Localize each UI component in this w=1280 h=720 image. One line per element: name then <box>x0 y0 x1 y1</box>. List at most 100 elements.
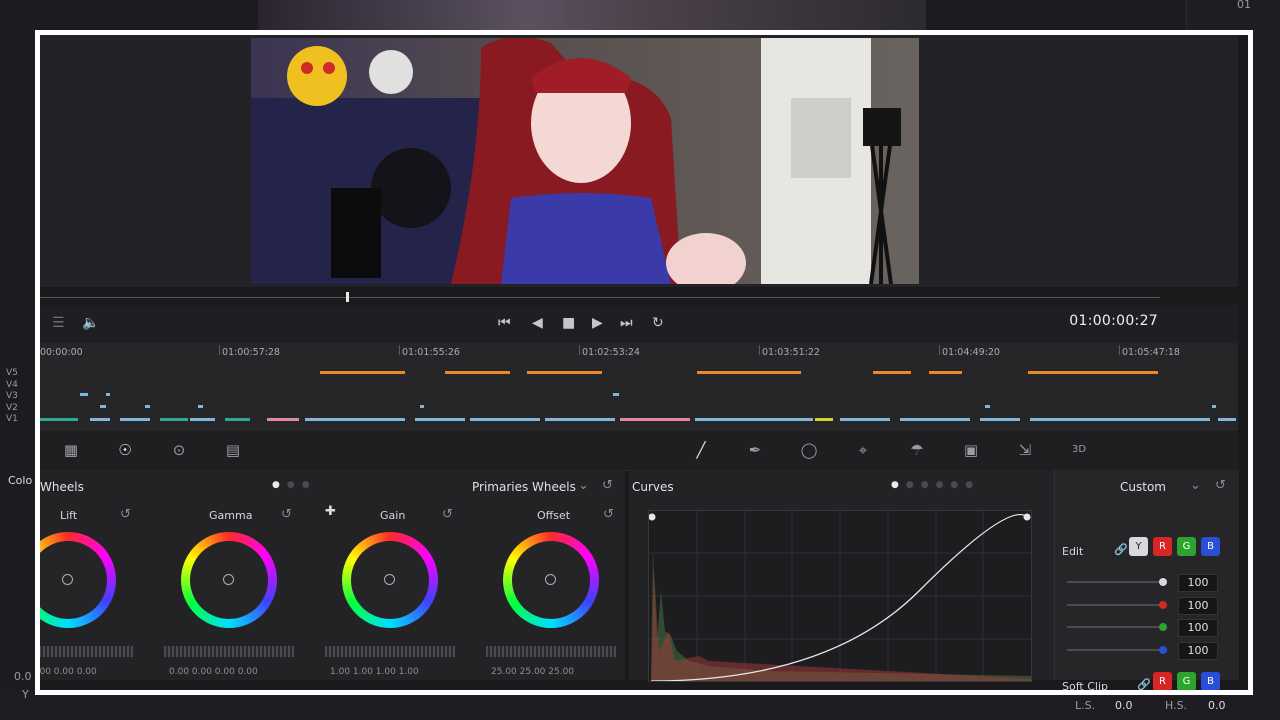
timeline-clip[interactable] <box>1218 418 1236 421</box>
speaker-icon[interactable]: 🔈 <box>82 315 99 331</box>
channel-slider[interactable] <box>1067 648 1167 651</box>
timeline-clip[interactable] <box>40 418 78 421</box>
chevron-down-icon[interactable]: ⌄ <box>578 478 589 493</box>
channel-button-r[interactable]: R <box>1153 537 1172 556</box>
timeline-clip[interactable] <box>470 418 540 421</box>
channel-value-field[interactable]: 100 <box>1178 619 1218 637</box>
custom-dropdown[interactable]: Custom <box>1120 480 1166 494</box>
timeline-clip[interactable] <box>320 371 405 374</box>
tracker-icon[interactable]: ⌖ <box>852 439 874 461</box>
timeline-clip[interactable] <box>873 371 911 374</box>
timeline-clip[interactable] <box>80 393 88 396</box>
timeline-clip[interactable] <box>190 418 215 421</box>
timeline-clip[interactable] <box>90 418 110 421</box>
timeline-clip[interactable] <box>420 405 424 408</box>
qualifier-icon[interactable]: ✒ <box>744 439 766 461</box>
playhead[interactable] <box>346 292 349 302</box>
channel-value-field[interactable]: 100 <box>1178 574 1218 592</box>
wheel-values[interactable]: 0.00 0.00 0.00 0.00 <box>169 667 258 677</box>
play-icon[interactable]: ▶ <box>592 315 603 331</box>
channel-slider[interactable] <box>1067 603 1167 606</box>
wheel-values[interactable]: 25.00 25.00 25.00 <box>491 667 574 677</box>
channel-slider-handle[interactable] <box>1159 600 1167 609</box>
sizing-icon[interactable]: ⇲ <box>1014 439 1036 461</box>
timeline-clip[interactable] <box>697 371 801 374</box>
timeline-clip[interactable] <box>1028 371 1158 374</box>
channel-slider-handle[interactable] <box>1159 578 1167 586</box>
timeline-clip[interactable] <box>900 418 970 421</box>
channel-slider-handle[interactable] <box>1159 623 1167 631</box>
timeline-clip[interactable] <box>545 418 615 421</box>
chevron-down-icon[interactable]: ⌄ <box>1190 478 1201 493</box>
timeline-clip[interactable] <box>620 418 690 421</box>
timeline-clip[interactable] <box>100 405 106 408</box>
curves-reset-icon[interactable]: ↺ <box>1215 478 1226 493</box>
timeline-clip[interactable] <box>120 418 150 421</box>
timeline-clip[interactable] <box>267 418 299 421</box>
link-icon[interactable]: 🔗 <box>1114 543 1128 556</box>
channel-button-y[interactable]: Y <box>1129 537 1148 556</box>
timeline-clip[interactable] <box>980 418 1020 421</box>
wheel-values[interactable]: 1.00 1.00 1.00 1.00 <box>330 667 419 677</box>
mini-timeline[interactable]: 00:00:00 01:00:57:28 01:01:55:26 01:02:53:2… <box>40 343 1238 429</box>
curves-page-dots[interactable]: ●●●●●● <box>891 480 980 490</box>
timeline-clip[interactable] <box>695 418 813 421</box>
timeline-clip[interactable] <box>985 405 990 408</box>
timeline-clip[interactable] <box>1212 405 1216 408</box>
wheel-values[interactable]: 0.00 0.00 0.00 0.00 <box>40 667 97 677</box>
3d-icon[interactable]: 3D <box>1068 439 1090 461</box>
wheel-center-handle[interactable] <box>545 574 556 585</box>
loop-icon[interactable]: ↻ <box>652 315 664 331</box>
motion-icon[interactable]: ▤ <box>222 439 244 461</box>
skip-to-end-icon[interactable]: ⏭ <box>620 315 633 331</box>
timeline-clip[interactable] <box>160 418 188 421</box>
primaries-wheels-dropdown[interactable]: Primaries Wheels <box>472 480 576 494</box>
color-wheel-lift[interactable] <box>40 532 116 628</box>
blur-icon[interactable]: ☂ <box>906 439 928 461</box>
channel-value-field[interactable]: 100 <box>1178 596 1218 615</box>
channel-slider[interactable] <box>1067 581 1167 583</box>
soft-clip-button-g[interactable]: G <box>1177 672 1196 690</box>
timeline-clip[interactable] <box>445 371 510 374</box>
timeline-clip[interactable] <box>305 418 405 421</box>
channel-slider-handle[interactable] <box>1159 645 1167 654</box>
hs-value[interactable]: 0.0 <box>1208 699 1226 712</box>
timeline-clip[interactable] <box>815 418 833 421</box>
soft-clip-button-r[interactable]: R <box>1153 672 1172 690</box>
page-dots[interactable]: ●●● <box>272 480 317 490</box>
key-icon[interactable]: ▣ <box>960 439 982 461</box>
lift-reset-icon[interactable]: ↺ <box>120 507 131 522</box>
rgb-mixer-icon[interactable]: ⊙ <box>168 439 190 461</box>
timeline-clip[interactable] <box>613 393 619 396</box>
curves-icon[interactable]: ╱ <box>690 439 712 461</box>
master-jog-wheel[interactable] <box>164 646 294 657</box>
timeline-clip[interactable] <box>198 405 203 408</box>
skip-to-start-icon[interactable]: ⏮ <box>498 315 511 331</box>
grid-icon[interactable]: ▦ <box>60 439 82 461</box>
timeline-clip[interactable] <box>929 371 962 374</box>
soft-clip-button-b[interactable]: B <box>1201 672 1220 690</box>
curve-graph[interactable] <box>648 510 1032 682</box>
wheel-center-handle[interactable] <box>223 574 234 585</box>
left-value[interactable]: 0.0 <box>14 670 32 683</box>
timeline-clip[interactable] <box>415 418 465 421</box>
layers-icon[interactable]: ☰ <box>52 315 65 331</box>
scrub-bar[interactable] <box>40 297 1160 298</box>
ls-value[interactable]: 0.0 <box>1115 699 1133 712</box>
timeline-clip[interactable] <box>527 371 602 374</box>
channel-value-field[interactable]: 100 <box>1178 641 1218 660</box>
color-wheels-icon[interactable]: ☉ <box>114 439 136 461</box>
video-frame[interactable] <box>251 38 919 284</box>
master-jog-wheel[interactable] <box>325 646 455 657</box>
channel-button-g[interactable]: G <box>1177 537 1196 556</box>
offset-reset-icon[interactable]: ↺ <box>603 507 614 522</box>
channel-slider[interactable] <box>1067 626 1167 628</box>
timeline-clip[interactable] <box>145 405 150 408</box>
soft-clip-link-icon[interactable]: 🔗 <box>1137 678 1151 690</box>
timeline-clip[interactable] <box>840 418 890 421</box>
timeline-clip[interactable] <box>225 418 250 421</box>
window-icon[interactable]: ◯ <box>798 439 820 461</box>
wheel-center-handle[interactable] <box>384 574 395 585</box>
master-jog-wheel[interactable] <box>40 646 133 657</box>
timeline-clip[interactable] <box>106 393 110 396</box>
